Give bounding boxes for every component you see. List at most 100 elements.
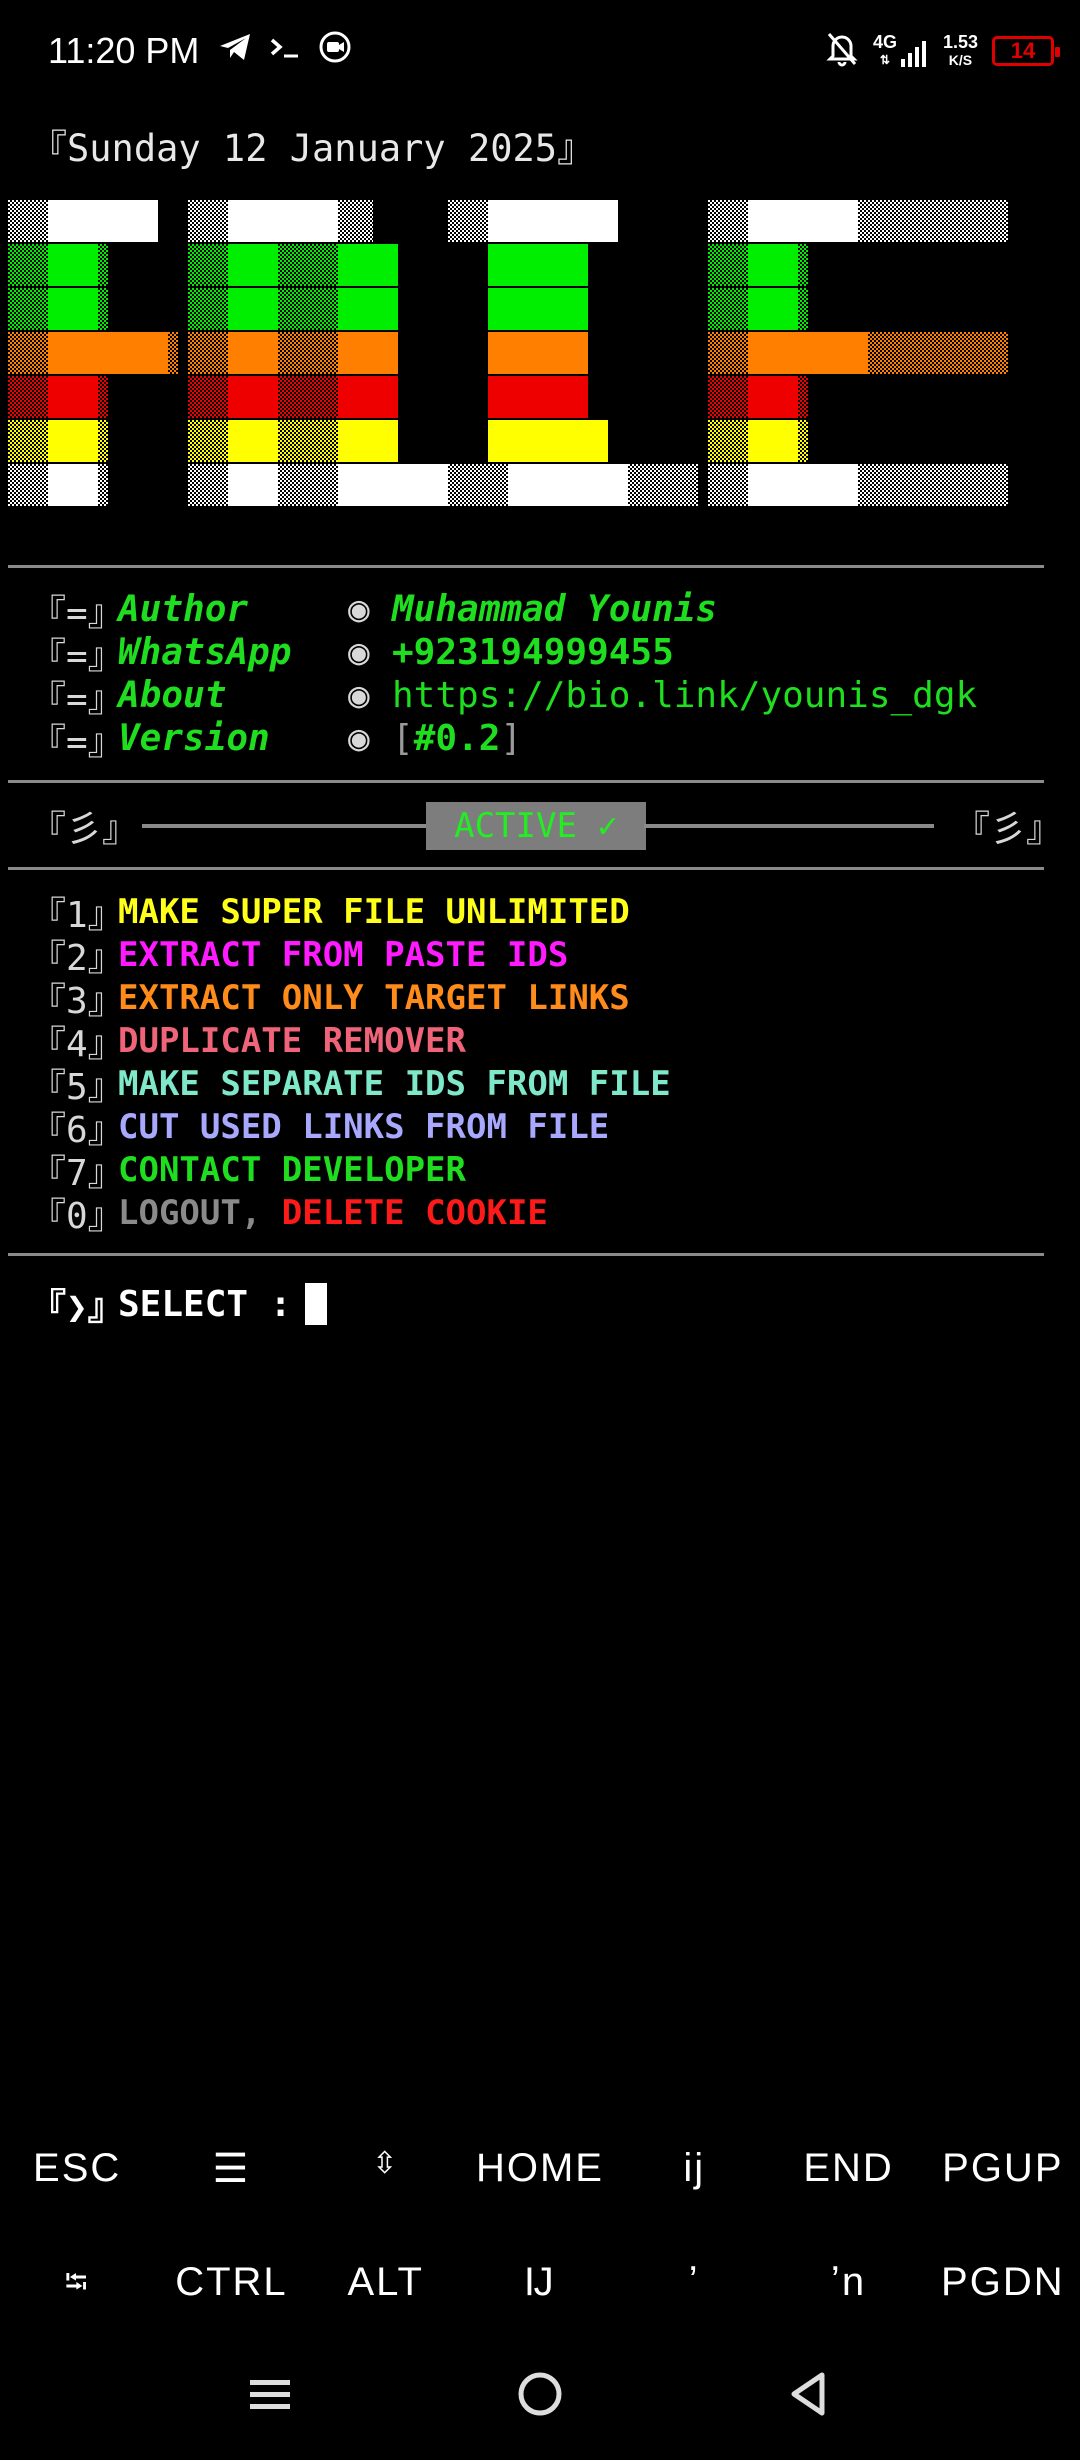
banner-solid-block [488,376,588,418]
key-home[interactable]: HOME [463,2146,617,2192]
divider-top [8,565,1044,568]
info-key-version: Version [118,718,270,759]
banner-solid-block [488,244,588,286]
key-pgup[interactable]: PGUP [926,2146,1080,2192]
text-cursor[interactable] [305,1283,328,1325]
banner-solid-block [748,200,858,242]
divider-menu [8,1253,1044,1256]
menu-label-delete-cookie: DELETE COOKIE [281,1192,548,1233]
speed-value: 1.53 [942,32,978,52]
back-icon[interactable] [786,2370,830,2422]
banner-solid-block [48,376,98,418]
menu-label: MAKE SUPER FILE UNLIMITED [118,891,630,932]
key-menu[interactable]: ☰ [154,2146,308,2192]
extra-keys-row-1: ESC ☰ ⇳ HOME ij END PGUP [0,2146,1080,2192]
key-up-down[interactable]: ⇳ [309,2146,463,2192]
banner-solid-block [48,420,98,462]
key-ij[interactable]: ij [617,2146,771,2192]
home-icon[interactable] [516,2370,564,2422]
banner-solid-block [488,200,618,242]
menu-label: DUPLICATE REMOVER [118,1020,466,1061]
version-open-bracket: [ [392,718,414,759]
key-pgdn[interactable]: PGDN [926,2260,1080,2311]
date-line: 『Sunday 12 January 2025』 [30,127,595,170]
info-row-version: 『=』 Version ◉ [#0.2] [30,717,977,763]
menu-item-2[interactable]: 『2』 EXTRACT FROM PASTE IDS [30,933,671,979]
battery-level: 14 [1010,38,1036,63]
recent-apps-icon[interactable] [248,2372,292,2420]
status-right-mark: 『彡』 [954,809,1063,850]
banner-solid-block [748,244,798,286]
info-value-about-link[interactable]: https://bio.link/younis_dgk [392,675,977,716]
key-tab[interactable]: ⭾ [0,2260,154,2311]
key-esc[interactable]: ESC [0,2146,154,2192]
bullet-icon: ◉ [348,589,370,630]
bullet-icon: ◉ [348,675,370,716]
banner-solid-block [48,288,98,330]
banner-solid-block [48,464,98,506]
info-value-whatsapp: +923194999455 [392,632,674,673]
menu-item-6[interactable]: 『6』 CUT USED LINKS FROM FILE [30,1105,671,1151]
speed-unit: K/S [948,52,973,68]
menu-item-0[interactable]: 『0』 LOGOUT, DELETE COOKIE [30,1191,671,1237]
menu-label: CUT USED LINKS FROM FILE [118,1106,610,1147]
extra-keys-row-2: ⭾ CTRL ALT Ĳ ʼ ʼn PGDN [0,2260,1080,2311]
key-end[interactable]: END [771,2146,925,2192]
menu-label: MAKE SEPARATE IDS FROM FILE [118,1063,671,1104]
divider-info [8,780,1044,783]
navigation-bar [0,2360,1080,2440]
info-block: 『=』 Author ◉ Muhammad Younis 『=』 WhatsApp ◉ +9… [30,588,977,763]
key-n-apostrophe[interactable]: ʼn [771,2260,925,2311]
banner-solid-block [338,464,448,506]
info-key-about: About [118,675,227,716]
status-left-mark: 『彡』 [30,809,139,850]
menu-item-5[interactable]: 『5』 MAKE SEPARATE IDS FROM FILE [30,1062,671,1108]
banner-solid-block [338,244,398,286]
menu-item-1[interactable]: 『1』 MAKE SUPER FILE UNLIMITED [30,890,671,936]
main-menu: 『1』 MAKE SUPER FILE UNLIMITED 『2』 EXTRACT … [30,890,671,1237]
prompt-label: SELECT : [118,1283,292,1325]
status-line-right [644,824,934,828]
battery-icon: 14 [992,36,1060,66]
bell-off-icon [825,30,859,72]
active-badge: ACTIVE ✓ [426,802,646,850]
recorder-icon [318,30,352,68]
menu-item-7[interactable]: 『7』 CONTACT DEVELOPER [30,1148,671,1194]
banner-solid-block [338,332,398,374]
banner-solid-block [228,376,278,418]
info-bracket: 『=』 [30,721,124,763]
menu-item-3[interactable]: 『3』 EXTRACT ONLY TARGET LINKS [30,976,671,1022]
key-alt[interactable]: ALT [309,2260,463,2311]
menu-label: CONTACT DEVELOPER [118,1149,466,1190]
terminal-icon [268,32,302,66]
key-ij-ligature[interactable]: Ĳ [463,2260,617,2311]
info-key-whatsapp: WhatsApp [118,632,292,673]
network-type: 4G [872,32,897,52]
banner-solid-block [748,464,858,506]
select-prompt[interactable]: 『❯』 SELECT : [30,1278,328,1330]
banner-solid-block [338,376,398,418]
banner-solid-block [488,288,588,330]
key-ctrl[interactable]: CTRL [154,2260,308,2311]
info-row-about: 『=』 About ◉ https://bio.link/younis_dgk [30,674,977,720]
banner-solid-block [338,420,398,462]
menu-number: 『0』 [30,1195,124,1237]
info-row-author: 『=』 Author ◉ Muhammad Younis [30,588,977,634]
banner-solid-block [48,244,98,286]
status-row: 『彡』 ACTIVE ✓ 『彡』 [30,800,1062,850]
info-row-whatsapp: 『=』 WhatsApp ◉ +923194999455 [30,631,977,677]
prompt-mark: 『❯』 [30,1287,124,1328]
divider-status [8,867,1044,870]
banner-solid-block [748,420,798,462]
banner-solid-block [748,288,798,330]
banner-solid-block [228,288,278,330]
menu-label-logout: LOGOUT, [118,1192,262,1233]
banner-solid-block [338,288,398,330]
menu-item-4[interactable]: 『4』 DUPLICATE REMOVER [30,1019,671,1065]
info-value-author: Muhammad Younis [392,589,718,630]
info-key-author: Author [118,589,249,630]
banner-solid-block [228,200,338,242]
key-apostrophe[interactable]: ʼ [617,2260,771,2311]
status-bar: 11:20 PM 4G ⇅ 1.53 K/S 14 [0,0,1080,110]
menu-label: EXTRACT ONLY TARGET LINKS [118,977,630,1018]
